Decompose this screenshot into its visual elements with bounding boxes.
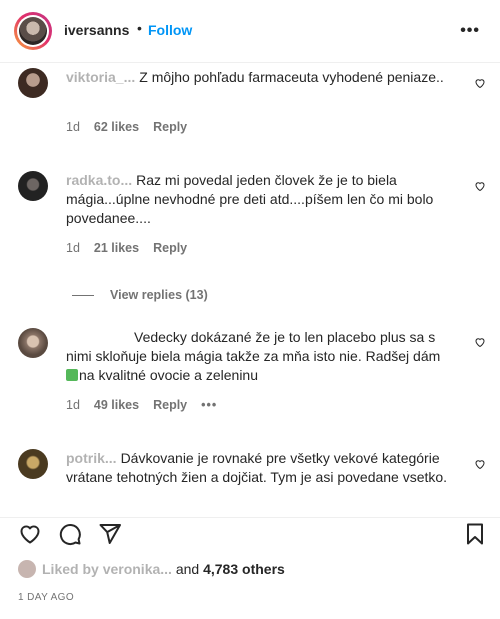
like-heart-icon[interactable] bbox=[18, 522, 42, 546]
save-bookmark-icon[interactable] bbox=[463, 522, 487, 546]
leaf-emoji-icon bbox=[66, 369, 78, 381]
comment-avatar[interactable] bbox=[18, 328, 48, 358]
separator-dot: • bbox=[137, 20, 142, 36]
comment-avatar[interactable] bbox=[18, 68, 48, 98]
reply-button[interactable]: Reply bbox=[153, 398, 187, 412]
avatar-photo bbox=[19, 17, 47, 45]
comment-username[interactable]: viktoria_... bbox=[66, 69, 135, 85]
comment-text: Vedecky dokázané že je to len placebo pl… bbox=[66, 329, 441, 364]
comment-text-continued: na kvalitné ovocie a zeleninu bbox=[79, 367, 259, 383]
comment-username[interactable]: potrik... bbox=[66, 450, 117, 466]
comment-text-block: viktoria_... Z môjho pohľadu farmaceuta v… bbox=[66, 68, 451, 87]
comment-age: 1d bbox=[66, 398, 80, 412]
liked-and: and bbox=[175, 561, 200, 577]
comment-meta: 1d 21 likes Reply bbox=[66, 241, 201, 255]
reply-button[interactable]: Reply bbox=[153, 120, 187, 134]
post-actions-bar bbox=[0, 517, 500, 550]
comment-text: Z môjho pohľadu farmaceuta vyhodené peni… bbox=[139, 69, 444, 85]
follow-button[interactable]: Follow bbox=[148, 22, 192, 38]
liked-others-link[interactable]: 4,783 others bbox=[203, 561, 285, 577]
like-comment-icon[interactable] bbox=[474, 77, 486, 89]
comment-text: Dávkovanie je rovnaké pre všetky vekové … bbox=[66, 450, 448, 485]
like-comment-icon[interactable] bbox=[474, 458, 486, 470]
view-replies-button[interactable]: View replies (13) bbox=[72, 288, 208, 302]
username[interactable]: iversanns bbox=[64, 22, 129, 38]
view-replies-label: View replies (13) bbox=[110, 288, 208, 302]
liker-avatar bbox=[18, 560, 36, 578]
like-comment-icon[interactable] bbox=[474, 336, 486, 348]
more-options-icon[interactable]: ••• bbox=[460, 22, 480, 40]
share-paper-plane-icon[interactable] bbox=[98, 522, 122, 546]
comment-likes[interactable]: 62 likes bbox=[94, 120, 139, 134]
comments-list[interactable]: viktoria_... Z môjho pohľadu farmaceuta v… bbox=[0, 63, 500, 517]
post-timestamp[interactable]: 1 DAY AGO bbox=[18, 592, 74, 603]
reply-button[interactable]: Reply bbox=[153, 241, 187, 255]
liked-by-prefix: Liked by bbox=[42, 561, 99, 577]
avatar[interactable] bbox=[14, 12, 52, 50]
comment-likes[interactable]: 49 likes bbox=[94, 398, 139, 412]
liked-by-summary: Liked by veronika... and 4,783 others bbox=[18, 560, 285, 578]
comment-meta: 1d 49 likes Reply ••• bbox=[66, 398, 231, 412]
comment-avatar[interactable] bbox=[18, 449, 48, 479]
comment-options-icon[interactable]: ••• bbox=[201, 398, 217, 412]
comment-likes[interactable]: 21 likes bbox=[94, 241, 139, 255]
comment-avatar[interactable] bbox=[18, 171, 48, 201]
comment-text-block: potrik... Dávkovanie je rovnaké pre všetk… bbox=[66, 449, 451, 487]
comment-meta: 1d 62 likes Reply bbox=[66, 120, 201, 134]
like-comment-icon[interactable] bbox=[474, 180, 486, 192]
liked-by-user[interactable]: veronika... bbox=[103, 561, 172, 577]
comment-age: 1d bbox=[66, 120, 80, 134]
comment-text-block: radka.to... Raz mi povedal jeden človek ž… bbox=[66, 171, 451, 228]
comment-bubble-icon[interactable] bbox=[58, 522, 82, 546]
comment-age: 1d bbox=[66, 241, 80, 255]
comment-text-block: Vedecky dokázané že je to len placebo pl… bbox=[66, 328, 451, 385]
comment-username[interactable]: radka.to... bbox=[66, 172, 132, 188]
post-header: iversanns • Follow ••• bbox=[0, 0, 500, 63]
replies-divider-line bbox=[72, 295, 94, 297]
